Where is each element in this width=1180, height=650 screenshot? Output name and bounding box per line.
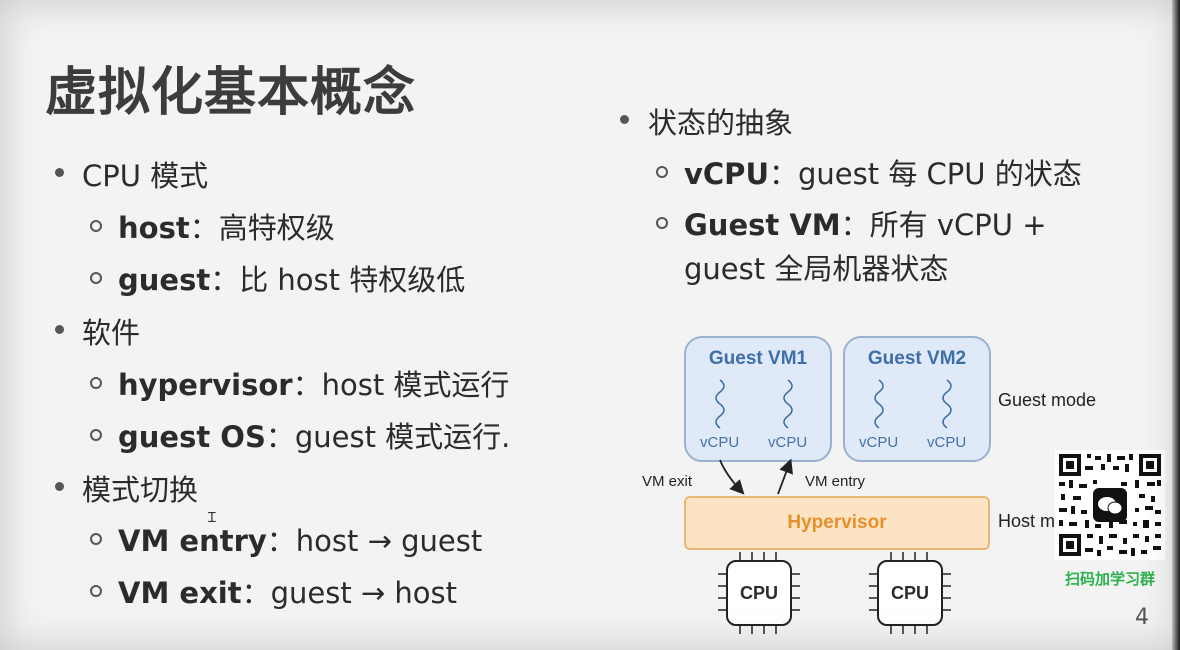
sub-bullet-ring <box>90 220 102 232</box>
hypervisor-description: ：host 模式运行 <box>292 368 510 402</box>
sub-bullet-guest-os: guest OS：guest 模式运行. <box>118 414 510 456</box>
qr-code-image <box>1055 450 1165 560</box>
sub-bullet-host: host：高特权级 <box>118 205 335 247</box>
bullet-dot <box>55 168 64 177</box>
sub-bullet-guest: guest：比 host 特权级低 <box>118 257 465 299</box>
term-hypervisor: hypervisor <box>118 368 293 402</box>
vm-exit-description: ：guest → host <box>241 576 458 610</box>
page-number: 4 <box>1135 605 1149 630</box>
sub-bullet-ring <box>90 377 102 389</box>
guest-vm-description-line2: guest 全局机器状态 <box>684 252 949 286</box>
sub-bullet-ring <box>656 217 668 229</box>
sub-bullet-ring <box>90 585 102 597</box>
text-cursor-icon: Ɪ <box>208 510 216 526</box>
vm-entry-label: VM entry <box>805 473 866 490</box>
sub-bullet-ring <box>90 272 102 284</box>
term-vm-exit: VM exit <box>118 576 242 610</box>
sub-bullet-vcpu: vCPU：guest 每 CPU 的状态 <box>684 151 1082 193</box>
guest-description: ：比 host 特权级低 <box>210 263 466 297</box>
term-guest-vm: Guest VM <box>684 208 841 242</box>
sub-bullet-ring <box>90 429 102 441</box>
vm-exit-label: VM exit <box>642 473 693 490</box>
term-guest: guest <box>118 263 211 297</box>
host-description: ：高特权级 <box>189 211 335 245</box>
bullet-software: 软件 <box>82 316 141 350</box>
bullet-dot <box>55 482 64 491</box>
term-host: host <box>118 211 190 245</box>
sub-bullet-ring <box>90 533 102 545</box>
host-mode-label: Host m <box>998 511 1056 531</box>
sub-bullet-guest-vm: Guest VM：所有 vCPU + <box>684 202 1047 244</box>
slide-title: 虚拟化基本概念 <box>45 63 417 123</box>
sub-bullet-hypervisor: hypervisor：host 模式运行 <box>118 362 509 404</box>
vcpu-description: ：guest 每 CPU 的状态 <box>769 157 1082 191</box>
virtualization-diagram: Guest VM1 vCPU vCPU Guest VM2 vCPU vCPU … <box>620 330 1120 640</box>
bullet-dot <box>55 325 64 334</box>
guest-os-description: ：guest 模式运行. <box>265 420 511 454</box>
cpu-chip: CPU <box>877 560 943 626</box>
bullet-mode-switch: 模式切换 <box>82 473 199 507</box>
term-vm-entry: VM entry <box>118 524 267 558</box>
sub-bullet-vm-entry: VM entry：host → guest <box>118 518 482 560</box>
qr-code[interactable] <box>1055 450 1165 560</box>
window-edge <box>1172 0 1180 650</box>
bullet-cpu-mode: CPU 模式 <box>82 159 209 193</box>
sub-bullet-vm-exit: VM exit：guest → host <box>118 570 457 612</box>
cpu-chip: CPU <box>726 560 792 626</box>
term-vcpu: vCPU <box>684 157 769 191</box>
guest-vm-description: ：所有 vCPU + <box>840 208 1047 242</box>
bullet-dot <box>620 115 629 124</box>
hypervisor-box: Hypervisor <box>684 496 990 550</box>
term-guest-os: guest OS <box>118 420 266 454</box>
qr-caption: 扫码加学习群 <box>1064 570 1155 588</box>
bullet-state-abstraction: 状态的抽象 <box>648 106 794 140</box>
vm-entry-description: ：host → guest <box>266 524 483 558</box>
sub-bullet-ring <box>656 166 668 178</box>
